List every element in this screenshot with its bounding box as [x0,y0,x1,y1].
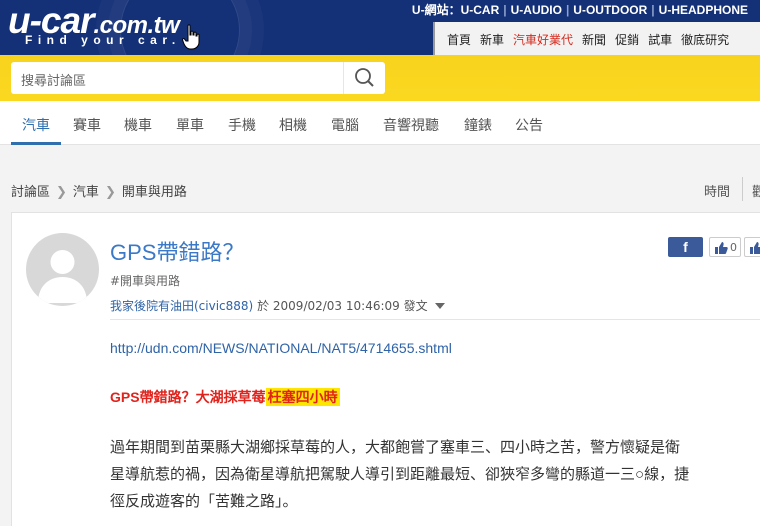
tab-camera[interactable]: 相機 [279,115,307,135]
body-line: 徑反成遊客的「苦難之路」。 [110,493,298,510]
nav-new-car[interactable]: 新車 [480,33,504,47]
site-link-uoutdoor[interactable]: U-OUTDOOR [569,3,651,17]
posted-suffix: 發文 [403,299,428,313]
tab-car[interactable]: 汽車 [22,115,50,135]
tab-audio-video[interactable]: 音響視聽 [383,115,439,135]
nav-research[interactable]: 徹底研究 [681,33,729,47]
tab-phone[interactable]: 手機 [228,115,256,135]
nav-news[interactable]: 新聞 [582,33,606,47]
post-timestamp: 2009/02/03 10:46:09 [272,299,400,313]
tab-announcement[interactable]: 公告 [515,115,543,135]
sort-by-views[interactable]: 觀 [752,181,760,200]
tab-watch[interactable]: 鐘錶 [464,115,492,135]
like-button[interactable]: 0 [709,237,741,257]
breadcrumb-driving[interactable]: 開車與用路 [122,185,187,200]
post-headline: GPS帶錯路？大湖採草莓 枉塞四小時 [110,387,340,407]
sort-by-time[interactable]: 時間 [704,181,730,200]
main-nav: 首頁 新車 汽車好業代 新聞 促銷 試車 徹底研究 [433,22,760,55]
tab-computer[interactable]: 電腦 [331,115,359,135]
reaction-button[interactable] [744,237,760,257]
site-header: u-car.com.tw Find your car. U-網站：U-CAR | U… [0,0,760,55]
post-tag[interactable]: #開車與用路 [110,272,180,289]
chevron-down-icon[interactable] [435,303,446,309]
nav-dealer[interactable]: 汽車好業代 [513,33,573,47]
hand-cursor-icon [182,24,200,50]
breadcrumb-car[interactable]: 汽車 [73,185,99,200]
search-icon [355,68,374,87]
posted-prefix: 於 [257,299,270,313]
avatar[interactable] [26,233,99,306]
search-band: 搜尋討論區 [0,55,760,101]
default-avatar-icon [38,250,87,303]
headline-highlight: 枉塞四小時 [265,388,340,406]
active-tab-indicator [11,142,61,145]
divider [110,319,760,320]
site-logo[interactable]: u-car.com.tw Find your car. [8,2,180,47]
nav-promo[interactable]: 促銷 [615,33,639,47]
post-body: 過年期間到苗栗縣大湖鄉採草莓的人，大都飽嘗了塞車三、四小時之苦，警方懷疑是衛 星… [110,434,760,515]
nav-home[interactable]: 首頁 [447,33,471,47]
post-card: GPS帶錯路？ f 0 #開車與用路 我家後院有油田(civic888) 於 2… [11,212,760,526]
search-button[interactable] [343,62,385,94]
breadcrumb-forum[interactable]: 討論區 [11,185,50,200]
site-link-ucar[interactable]: U-網站：U-CAR [408,3,503,17]
body-line: 星導航惹的禍，因為衛星導航把駕駛人導引到距離最短、卻狹窄多彎的縣道一三○線，捷 [110,466,690,483]
news-link[interactable]: http://udn.com/NEWS/NATIONAL/NAT5/471465… [110,340,452,356]
category-tabs: 汽車 賽車 機車 單車 手機 相機 電腦 音響視聽 鐘錶 公告 [0,101,760,145]
post-title[interactable]: GPS帶錯路？ [110,235,244,267]
body-line: 過年期間到苗栗縣大湖鄉採草莓的人，大都飽嘗了塞車三、四小時之苦，警方懷疑是衛 [110,439,681,456]
logo-tagline: Find your car. [25,33,181,47]
tab-motorcycle[interactable]: 機車 [124,115,152,135]
sort-divider [742,177,743,201]
thumbs-up-icon [750,242,760,254]
chevron-right-icon: ❯ [56,185,67,200]
thumbs-up-icon [715,242,728,254]
nav-test-drive[interactable]: 試車 [648,33,672,47]
breadcrumb: 討論區 ❯ 汽車 ❯ 開車與用路 [11,181,187,200]
post-meta: 我家後院有油田(civic888) 於 2009/02/03 10:46:09 … [110,297,446,314]
chevron-right-icon: ❯ [104,185,116,200]
facebook-share-button[interactable]: f [668,237,703,257]
author-link[interactable]: 我家後院有油田(civic888) [110,299,253,313]
headline-text: GPS帶錯路？大湖採草莓 [110,389,266,405]
site-links: U-網站：U-CAR | U-AUDIO | U-OUTDOOR | U-HEADPHONE [408,1,752,18]
search-input[interactable]: 搜尋討論區 [11,62,385,94]
like-count: 0 [730,241,737,254]
search-placeholder: 搜尋討論區 [21,74,87,89]
site-link-uheadphone[interactable]: U-HEADPHONE [655,3,752,17]
tab-racing[interactable]: 賽車 [73,115,101,135]
site-link-uaudio[interactable]: U-AUDIO [507,3,566,17]
tab-bicycle[interactable]: 單車 [176,115,204,135]
